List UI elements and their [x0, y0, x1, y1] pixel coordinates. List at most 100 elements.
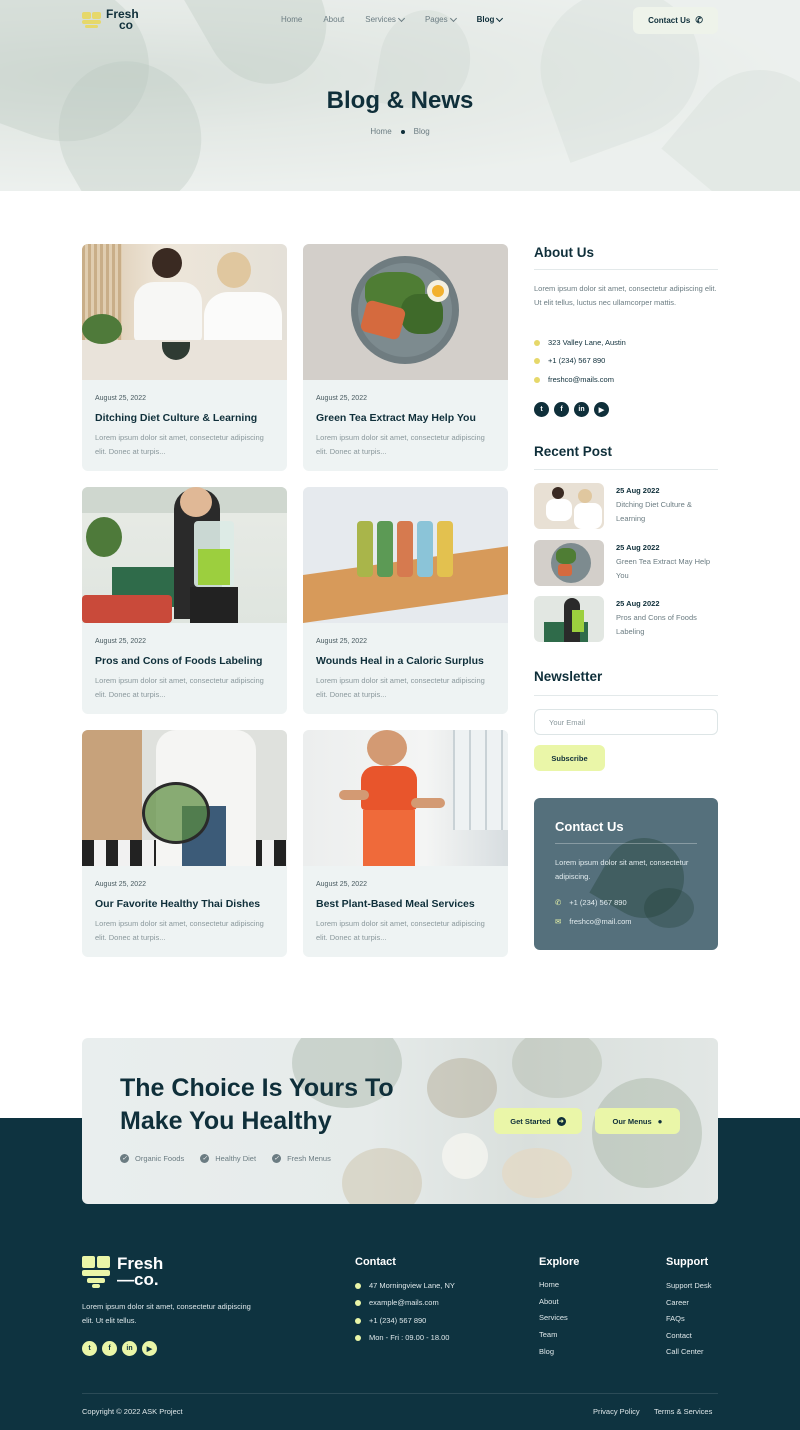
post-card[interactable]: August 25, 2022 Wounds Heal in a Caloric…	[303, 487, 508, 714]
post-card[interactable]: August 25, 2022 Green Tea Extract May He…	[303, 244, 508, 471]
divider	[555, 843, 697, 844]
youtube-icon[interactable]: ▶	[594, 402, 609, 417]
email-placeholder: Your Email	[549, 717, 585, 727]
phone-icon	[534, 357, 540, 364]
divider	[534, 269, 718, 270]
feature-item: ✓ Organic Foods	[120, 1154, 184, 1163]
footer-logo[interactable]: Fresh —co.	[82, 1255, 163, 1288]
logo-icon	[82, 1256, 111, 1288]
terms-link[interactable]: Terms & Services	[654, 1407, 712, 1416]
twitter-icon[interactable]: t	[82, 1341, 97, 1356]
footer-link-home[interactable]: Home	[539, 1280, 559, 1289]
about-phone[interactable]: +1 (234) 567 890	[534, 356, 605, 365]
about-email[interactable]: freshco@mails.com	[534, 375, 614, 384]
post-title[interactable]: Ditching Diet Culture & Learning	[95, 412, 257, 424]
post-excerpt: Lorem ipsum dolor sit amet, consectetur …	[95, 433, 264, 456]
breadcrumb: Home Blog	[0, 127, 800, 136]
chevron-down-icon	[496, 14, 504, 22]
linkedin-icon[interactable]: in	[574, 402, 589, 417]
address-text: 323 Valley Lane, Austin	[548, 338, 626, 347]
post-title[interactable]: Best Plant-Based Meal Services	[316, 898, 475, 910]
breadcrumb-current: Blog	[413, 127, 430, 136]
contact-card-phone[interactable]: ✆ +1 (234) 567 890	[555, 898, 627, 907]
recent-post-title[interactable]: Ditching Diet Culture & Learning	[616, 498, 716, 526]
footer-phone[interactable]: +1 (234) 567 890	[355, 1316, 426, 1325]
footer-support-heading: Support	[666, 1256, 709, 1268]
recent-post-thumbnail[interactable]	[534, 540, 604, 586]
recent-post-date: 25 Aug 2022	[616, 486, 660, 495]
footer-link-call-center[interactable]: Call Center	[666, 1347, 704, 1356]
feature-label: Organic Foods	[135, 1154, 185, 1163]
post-image[interactable]	[303, 244, 508, 380]
facebook-icon[interactable]: f	[102, 1341, 117, 1356]
post-title[interactable]: Pros and Cons of Foods Labeling	[95, 655, 262, 667]
breadcrumb-separator	[400, 129, 405, 134]
contact-card-text: Lorem ipsum dolor sit amet, consectetur …	[555, 858, 689, 881]
post-card[interactable]: August 25, 2022 Our Favorite Healthy Tha…	[82, 730, 287, 957]
post-image[interactable]	[303, 730, 508, 866]
footer-email[interactable]: example@mails.com	[355, 1298, 439, 1307]
facebook-icon[interactable]: f	[554, 402, 569, 417]
post-image[interactable]	[82, 730, 287, 866]
feature-item: ✓ Fresh Menus	[272, 1154, 331, 1163]
post-image[interactable]	[303, 487, 508, 623]
recent-post-item[interactable]: 25 Aug 2022 Ditching Diet Culture & Lear…	[534, 483, 718, 529]
post-excerpt: Lorem ipsum dolor sit amet, consectetur …	[95, 919, 264, 942]
recent-post-item[interactable]: 25 Aug 2022 Green Tea Extract May Help Y…	[534, 540, 718, 586]
post-excerpt: Lorem ipsum dolor sit amet, consectetur …	[95, 676, 264, 699]
contact-card-heading: Contact Us	[555, 819, 624, 834]
contact-us-button[interactable]: Contact Us ✆	[633, 7, 718, 34]
nav-item-home[interactable]: Home	[281, 15, 302, 24]
nav-item-blog[interactable]: Blog	[477, 14, 504, 24]
nav-item-about[interactable]: About	[323, 15, 344, 24]
recent-post-title[interactable]: Pros and Cons of Foods Labeling	[616, 611, 716, 639]
our-menus-button[interactable]: Our Menus ●	[595, 1108, 680, 1134]
footer-link-career[interactable]: Career	[666, 1298, 689, 1307]
youtube-icon[interactable]: ▶	[142, 1341, 157, 1356]
check-icon: ✓	[272, 1154, 282, 1163]
feature-item: ✓ Healthy Diet	[200, 1154, 256, 1163]
phone-icon	[355, 1317, 361, 1324]
phone-icon: ✆	[695, 15, 703, 25]
newsletter-heading: Newsletter	[534, 669, 603, 684]
footer-link-support-desk[interactable]: Support Desk	[666, 1281, 711, 1290]
post-title[interactable]: Green Tea Extract May Help You	[316, 412, 476, 424]
nav-label: Services	[365, 15, 396, 24]
breadcrumb-home[interactable]: Home	[370, 127, 391, 136]
nav-item-services[interactable]: Services	[365, 14, 405, 24]
contact-card-email[interactable]: ✉ freshco@mail.com	[555, 917, 632, 926]
post-card[interactable]: August 25, 2022 Best Plant-Based Meal Se…	[303, 730, 508, 957]
linkedin-icon[interactable]: in	[122, 1341, 137, 1356]
get-started-button[interactable]: Get Started ➜	[494, 1108, 582, 1134]
recent-post-item[interactable]: 25 Aug 2022 Pros and Cons of Foods Label…	[534, 596, 718, 642]
mail-icon: ✉	[555, 917, 562, 926]
post-card[interactable]: August 25, 2022 Ditching Diet Culture & …	[82, 244, 287, 471]
post-title[interactable]: Wounds Heal in a Caloric Surplus	[316, 655, 484, 667]
recent-post-thumbnail[interactable]	[534, 483, 604, 529]
footer-contact-heading: Contact	[355, 1256, 396, 1268]
site-logo[interactable]: Fresh co	[82, 8, 139, 31]
footer-link-services[interactable]: Services	[539, 1313, 568, 1322]
nav-item-pages[interactable]: Pages	[425, 14, 457, 24]
footer-link-about[interactable]: About	[539, 1297, 559, 1306]
footer-link-team[interactable]: Team	[539, 1330, 557, 1339]
chevron-down-icon	[449, 14, 457, 22]
post-title[interactable]: Our Favorite Healthy Thai Dishes	[95, 898, 260, 910]
cta-banner: The Choice Is Yours To Make You Healthy …	[82, 1038, 718, 1204]
post-image[interactable]	[82, 487, 287, 623]
subscribe-button[interactable]: Subscribe	[534, 745, 605, 771]
post-image[interactable]	[82, 244, 287, 380]
footer-link-contact[interactable]: Contact	[666, 1331, 692, 1340]
footer-divider	[82, 1393, 718, 1394]
recent-post-title[interactable]: Green Tea Extract May Help You	[616, 555, 716, 583]
footer-link-faqs[interactable]: FAQs	[666, 1314, 685, 1323]
privacy-policy-link[interactable]: Privacy Policy	[593, 1407, 640, 1416]
footer-description: Lorem ipsum dolor sit amet, consectetur …	[82, 1302, 251, 1325]
recent-post-thumbnail[interactable]	[534, 596, 604, 642]
twitter-icon[interactable]: t	[534, 402, 549, 417]
mail-icon	[355, 1299, 361, 1306]
newsletter-email-input[interactable]: Your Email	[534, 709, 718, 735]
footer-link-blog[interactable]: Blog	[539, 1347, 554, 1356]
post-card[interactable]: August 25, 2022 Pros and Cons of Foods L…	[82, 487, 287, 714]
arrow-right-icon: ➜	[556, 1116, 566, 1126]
